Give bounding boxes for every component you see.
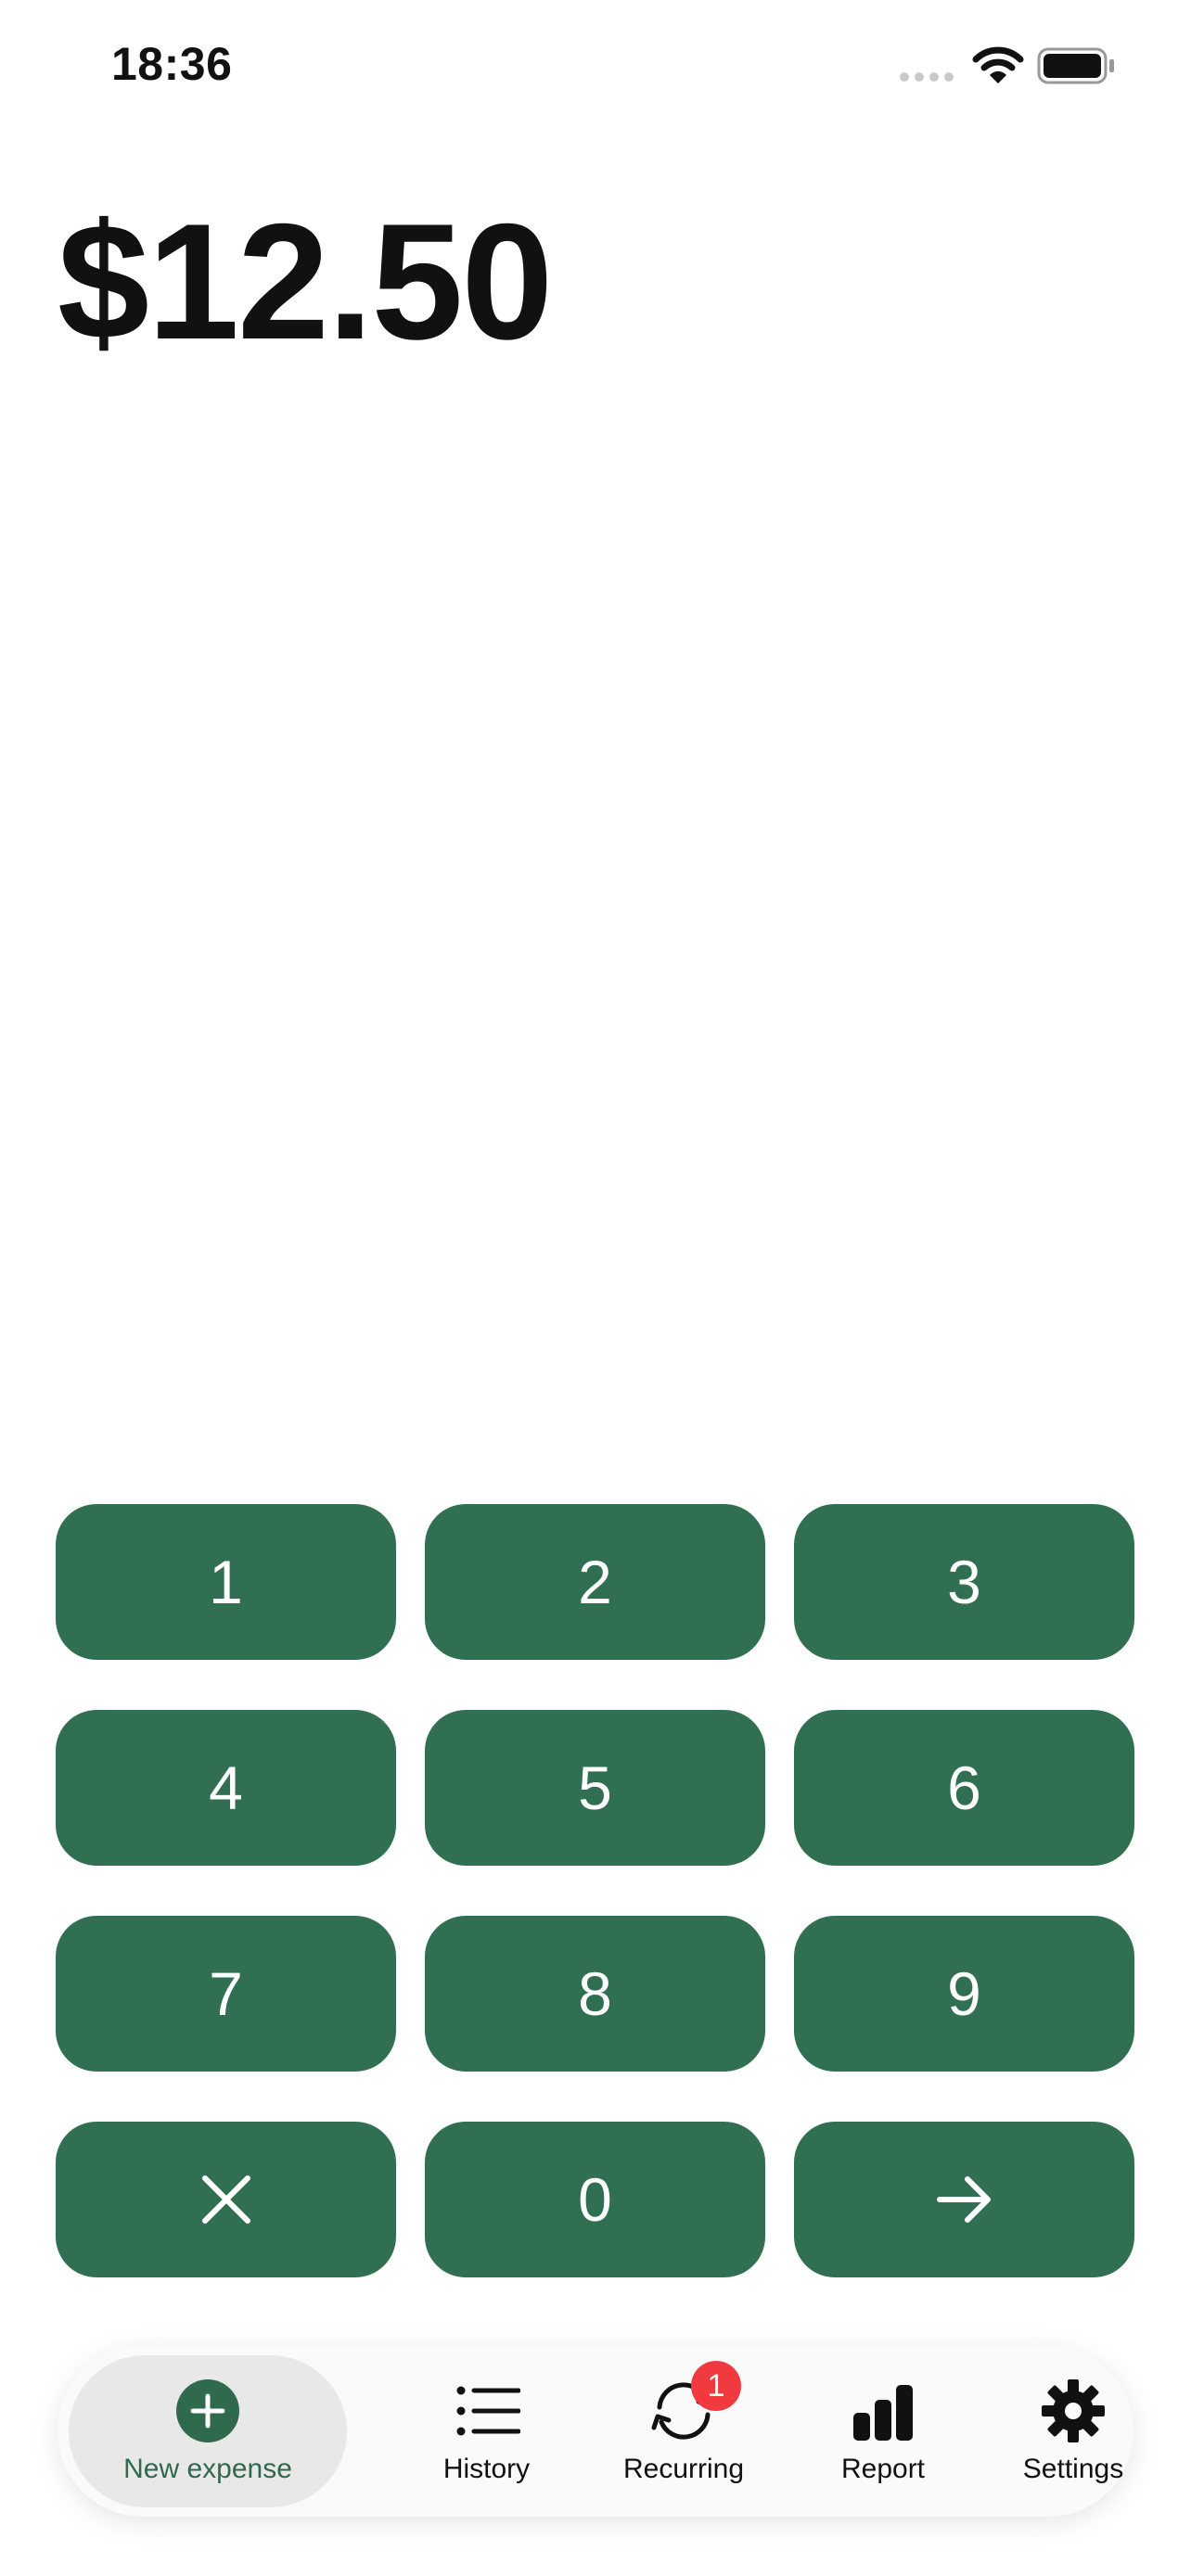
key-7[interactable]: 7	[56, 1916, 396, 2072]
key-0[interactable]: 0	[425, 2122, 765, 2277]
repeat-icon-wrapper: 1	[650, 2361, 741, 2444]
key-5[interactable]: 5	[425, 1710, 765, 1866]
amount-display: $12.50	[58, 189, 553, 374]
signal-icon	[900, 72, 954, 82]
close-icon	[201, 2175, 250, 2224]
tab-recurring[interactable]: 1 Recurring	[563, 2355, 804, 2507]
tab-label: Recurring	[622, 2454, 745, 2484]
tab-bar: New expense History 1 Recurring Report S…	[58, 2346, 1133, 2517]
key-1[interactable]: 1	[56, 1504, 396, 1660]
keypad: 1 2 3 4 5 6 7 8 9 0	[56, 1504, 1134, 2277]
clear-button[interactable]	[56, 2122, 396, 2277]
key-4[interactable]: 4	[56, 1710, 396, 1866]
next-button[interactable]	[794, 2122, 1134, 2277]
wifi-icon	[972, 46, 1024, 83]
tab-label: Report	[840, 2454, 926, 2484]
key-9[interactable]: 9	[794, 1916, 1134, 2072]
plus-circle-icon	[176, 2379, 239, 2442]
key-6[interactable]: 6	[794, 1710, 1134, 1866]
bar-chart-icon	[853, 2385, 913, 2441]
tab-label: Settings	[1022, 2454, 1124, 2484]
key-8[interactable]: 8	[425, 1916, 765, 2072]
arrow-right-icon	[936, 2176, 991, 2223]
gear-icon	[1042, 2379, 1105, 2442]
key-2[interactable]: 2	[425, 1504, 765, 1660]
tab-settings[interactable]: Settings	[957, 2355, 1189, 2507]
list-icon	[456, 2386, 520, 2436]
tab-new-expense[interactable]: New expense	[69, 2355, 347, 2507]
tab-label: History	[442, 2454, 531, 2484]
recurring-badge: 1	[691, 2361, 741, 2411]
status-bar: 18:36	[0, 0, 1191, 130]
status-time: 18:36	[111, 38, 233, 90]
battery-icon	[1037, 47, 1114, 84]
tab-label: New expense	[123, 2454, 292, 2484]
key-3[interactable]: 3	[794, 1504, 1134, 1660]
